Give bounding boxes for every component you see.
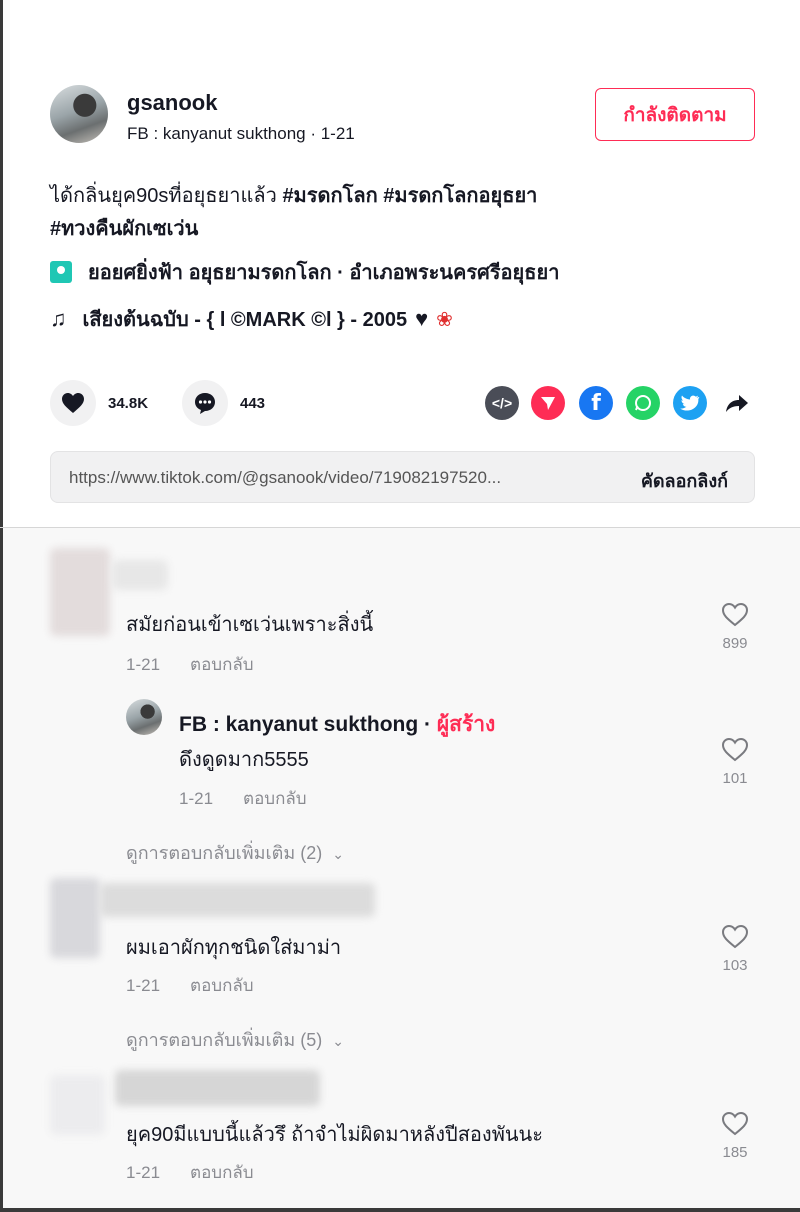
facebook-icon[interactable]: f — [579, 386, 613, 420]
twitter-icon[interactable] — [673, 386, 707, 420]
post-header: gsanook FB : kanyanut sukthong · 1-21 กำ… — [50, 85, 755, 145]
like-button[interactable] — [50, 380, 96, 426]
comment-like-count: 103 — [722, 957, 748, 974]
reply-date: 1-21 — [179, 789, 214, 808]
hashtag[interactable]: #มรดกโลกอยุธยา — [383, 185, 537, 207]
view-more-replies[interactable]: ดูการตอบกลับเพิ่มเติม (2) ⌄ — [126, 838, 344, 867]
whatsapp-icon[interactable] — [626, 386, 660, 420]
reply-button[interactable]: ตอบกลับ — [190, 976, 254, 995]
view-more-label: ดูการตอบกลับเพิ่มเติม (5) — [126, 1030, 323, 1050]
comment-text: ยุค90มีแบบนี้แล้วรึ ถ้าจำไม่ผิดมาหลังปีส… — [126, 1124, 543, 1146]
comment-action[interactable]: 443 — [182, 380, 265, 426]
chevron-down-icon: ⌄ — [332, 1033, 344, 1049]
commenter-name-blurred[interactable] — [100, 883, 375, 917]
reply-meta: 1-21 ตอบกลับ — [179, 785, 307, 812]
comment-meta: 1-21 ตอบกลับ — [126, 972, 254, 999]
reply-avatar[interactable] — [126, 699, 162, 735]
commenter-name-blurred[interactable] — [115, 1070, 320, 1106]
reply-button[interactable]: ตอบกลับ — [190, 655, 254, 674]
comment-meta: 1-21 ตอบกลับ — [126, 651, 254, 678]
comment-like[interactable]: 103 — [715, 924, 755, 974]
comment-like[interactable]: 185 — [715, 1111, 755, 1161]
flower-emoji: ❀ — [436, 308, 453, 331]
author-subline: FB : kanyanut sukthong · 1-21 — [127, 124, 355, 143]
comment-button[interactable] — [182, 380, 228, 426]
username[interactable]: gsanook — [127, 90, 217, 116]
caption-text: ได้กลิ่นยุค90sที่อยุธยาแล้ว — [50, 185, 283, 207]
video-link-box: https://www.tiktok.com/@gsanook/video/71… — [50, 451, 755, 503]
following-button[interactable]: กำลังติดตาม — [595, 88, 755, 141]
chevron-down-icon: ⌄ — [332, 846, 344, 862]
copy-link-button[interactable]: คัดลอกลิงก์ — [641, 466, 728, 495]
heart-outline-icon — [721, 737, 749, 762]
reply-like[interactable]: 101 — [715, 737, 755, 787]
music-link[interactable]: ♫ เสียงต้นฉบับ - { l ©MARK ©l } - 2005 ♥… — [50, 303, 453, 335]
comment-like-count: 899 — [722, 635, 748, 652]
video-url[interactable]: https://www.tiktok.com/@gsanook/video/71… — [69, 468, 589, 488]
comment-meta: 1-21 ตอบกลับ — [126, 1159, 254, 1186]
creator-badge: ผู้สร้าง — [436, 713, 496, 736]
location-pin-icon — [50, 261, 72, 283]
heart-outline-icon — [721, 602, 749, 627]
hashtag[interactable]: #มรดกโลก — [282, 185, 377, 207]
location-label: ยอยศยิ่งฟ้า อยุธยามรดกโลก · อำเภอพระนครศ… — [88, 262, 560, 284]
hashtag[interactable]: #ทวงคืนผักเซเว่น — [50, 218, 198, 240]
share-arrow-icon[interactable] — [720, 386, 754, 420]
post-caption: ได้กลิ่นยุค90sที่อยุธยาแล้ว #มรดกโลก #มร… — [50, 180, 750, 246]
comment-like-count: 185 — [722, 1144, 748, 1161]
comment-like[interactable]: 899 — [715, 602, 755, 652]
commenter-avatar-blurred[interactable] — [50, 548, 110, 636]
comment-date: 1-21 — [126, 1163, 161, 1182]
embed-icon[interactable]: </> — [485, 386, 519, 420]
send-icon[interactable] — [531, 386, 565, 420]
comments-section — [3, 528, 800, 1208]
reply-button[interactable]: ตอบกลับ — [243, 789, 307, 808]
like-count: 34.8K — [108, 394, 149, 412]
comment-text: ผมเอาผักทุกชนิดใส่มาม่า — [126, 937, 342, 959]
commenter-avatar-blurred[interactable] — [50, 878, 100, 958]
commenter-name-blurred[interactable] — [112, 560, 168, 590]
heart-outline-icon — [721, 1111, 749, 1136]
avatar[interactable] — [50, 85, 108, 143]
window-edge — [0, 1208, 800, 1212]
heart-emoji: ♥ — [415, 306, 429, 331]
reply-text: ดึงดูดมาก5555 — [179, 749, 309, 771]
comment-date: 1-21 — [126, 655, 161, 674]
music-note-icon: ♫ — [50, 306, 67, 331]
like-action[interactable]: 34.8K — [50, 380, 148, 426]
reply-dot: · — [418, 713, 437, 736]
reply-author[interactable]: FB : kanyanut sukthong — [179, 713, 418, 736]
reply-like-count: 101 — [722, 770, 748, 787]
music-title: เสียงต้นฉบับ - { l ©MARK ©l } - 2005 — [82, 309, 408, 331]
reply-author-line: FB : kanyanut sukthong · ผู้สร้าง — [179, 708, 495, 741]
comment-icon — [195, 393, 215, 414]
comment-text: สมัยก่อนเข้าเซเว่นเพราะสิ่งนี้ — [126, 614, 374, 636]
commenter-avatar-blurred[interactable] — [50, 1075, 105, 1135]
location-link[interactable]: ยอยศยิ่งฟ้า อยุธยามรดกโลก · อำเภอพระนครศ… — [50, 256, 559, 288]
comment-count: 443 — [240, 394, 266, 412]
view-more-replies[interactable]: ดูการตอบกลับเพิ่มเติม (5) ⌄ — [126, 1025, 344, 1054]
reply-button[interactable]: ตอบกลับ — [190, 1163, 254, 1182]
comment-date: 1-21 — [126, 976, 161, 995]
view-more-label: ดูการตอบกลับเพิ่มเติม (2) — [126, 843, 323, 863]
heart-outline-icon — [721, 924, 749, 949]
heart-icon — [62, 393, 84, 413]
